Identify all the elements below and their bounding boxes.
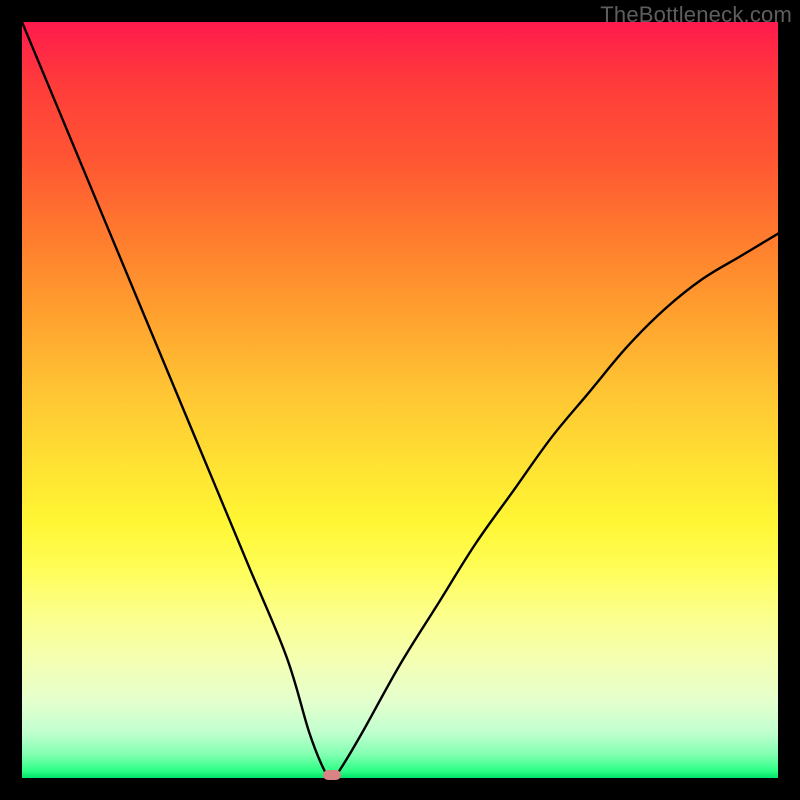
chart-container: TheBottleneck.com — [0, 0, 800, 800]
bottleneck-marker — [323, 770, 341, 780]
bottleneck-curve — [22, 22, 778, 778]
plot-area — [22, 22, 778, 778]
